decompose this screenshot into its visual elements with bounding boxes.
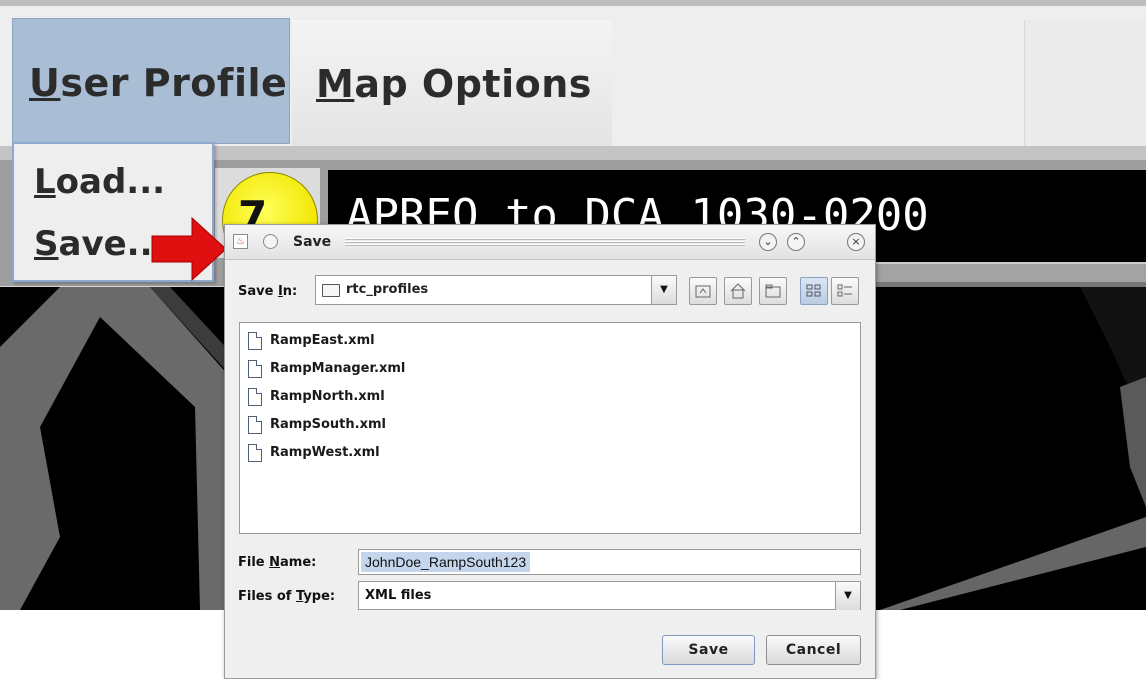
maximize-icon[interactable]: ⌃: [787, 233, 805, 251]
menu-user-profile-label: User Profile: [29, 61, 288, 105]
dialog-title: Save: [293, 234, 332, 250]
files-of-type-combobox[interactable]: XML files ▼: [358, 581, 861, 610]
files-of-type-label: Files of Type:: [238, 589, 336, 604]
folder-icon: [322, 284, 340, 297]
file-icon: [248, 388, 262, 406]
cancel-button[interactable]: Cancel: [766, 635, 861, 665]
menu-bar: User Profile Map Options: [0, 6, 1146, 147]
new-folder-icon: [765, 284, 781, 298]
save-in-dropdown-arrow[interactable]: ▼: [651, 276, 676, 304]
file-name: RampManager.xml: [270, 361, 406, 376]
save-in-label: Save In:: [238, 284, 298, 299]
file-name: RampEast.xml: [270, 333, 375, 348]
files-of-type-value: XML files: [365, 588, 432, 603]
close-icon[interactable]: ×: [847, 233, 865, 251]
files-of-type-dropdown-arrow[interactable]: ▼: [835, 582, 860, 610]
file-list[interactable]: RampEast.xml RampManager.xml RampNorth.x…: [239, 322, 861, 534]
save-in-value: rtc_profiles: [346, 282, 429, 297]
dialog-titlebar[interactable]: ♨ Save ⌄ ⌃ ×: [225, 225, 875, 260]
file-icon: [248, 444, 262, 462]
list-view-icon: [806, 284, 821, 297]
red-arrow-icon: [151, 216, 227, 282]
file-icon: [248, 332, 262, 350]
up-folder-icon: [695, 285, 711, 298]
save-button[interactable]: Save: [662, 635, 755, 665]
file-name-label: File Name:: [238, 555, 317, 570]
save-in-combobox[interactable]: rtc_profiles ▼: [315, 275, 677, 305]
titlebar-grip: [345, 238, 745, 247]
menu-user-profile[interactable]: User Profile: [12, 18, 290, 144]
file-icon: [248, 360, 262, 378]
home-icon: [730, 283, 746, 299]
save-dialog: ♨ Save ⌄ ⌃ × Save In: rtc_profiles ▼ Ram…: [224, 224, 876, 679]
list-view-button[interactable]: [800, 277, 828, 305]
file-name-value: JohnDoe_RampSouth123: [361, 552, 531, 572]
menu-map-options-label: Map Options: [316, 62, 592, 106]
file-name: RampSouth.xml: [270, 417, 386, 432]
menu-map-options[interactable]: Map Options: [292, 20, 612, 146]
details-view-button[interactable]: [831, 277, 859, 305]
new-folder-button[interactable]: [759, 277, 787, 305]
file-name-input[interactable]: JohnDoe_RampSouth123: [358, 549, 861, 575]
file-name: RampWest.xml: [270, 445, 380, 460]
minimize-icon[interactable]: ⌄: [759, 233, 777, 251]
window-menu-icon[interactable]: [263, 234, 278, 249]
menu-item-save[interactable]: Save...: [34, 224, 165, 264]
home-button[interactable]: [724, 277, 752, 305]
menu-item-load[interactable]: Load...: [34, 162, 165, 202]
menu-bar-right-panel: [1024, 20, 1146, 146]
file-name: RampNorth.xml: [270, 389, 385, 404]
file-icon: [248, 416, 262, 434]
up-folder-button[interactable]: [689, 277, 717, 305]
details-view-icon: [837, 284, 852, 297]
java-app-icon: ♨: [233, 234, 248, 249]
